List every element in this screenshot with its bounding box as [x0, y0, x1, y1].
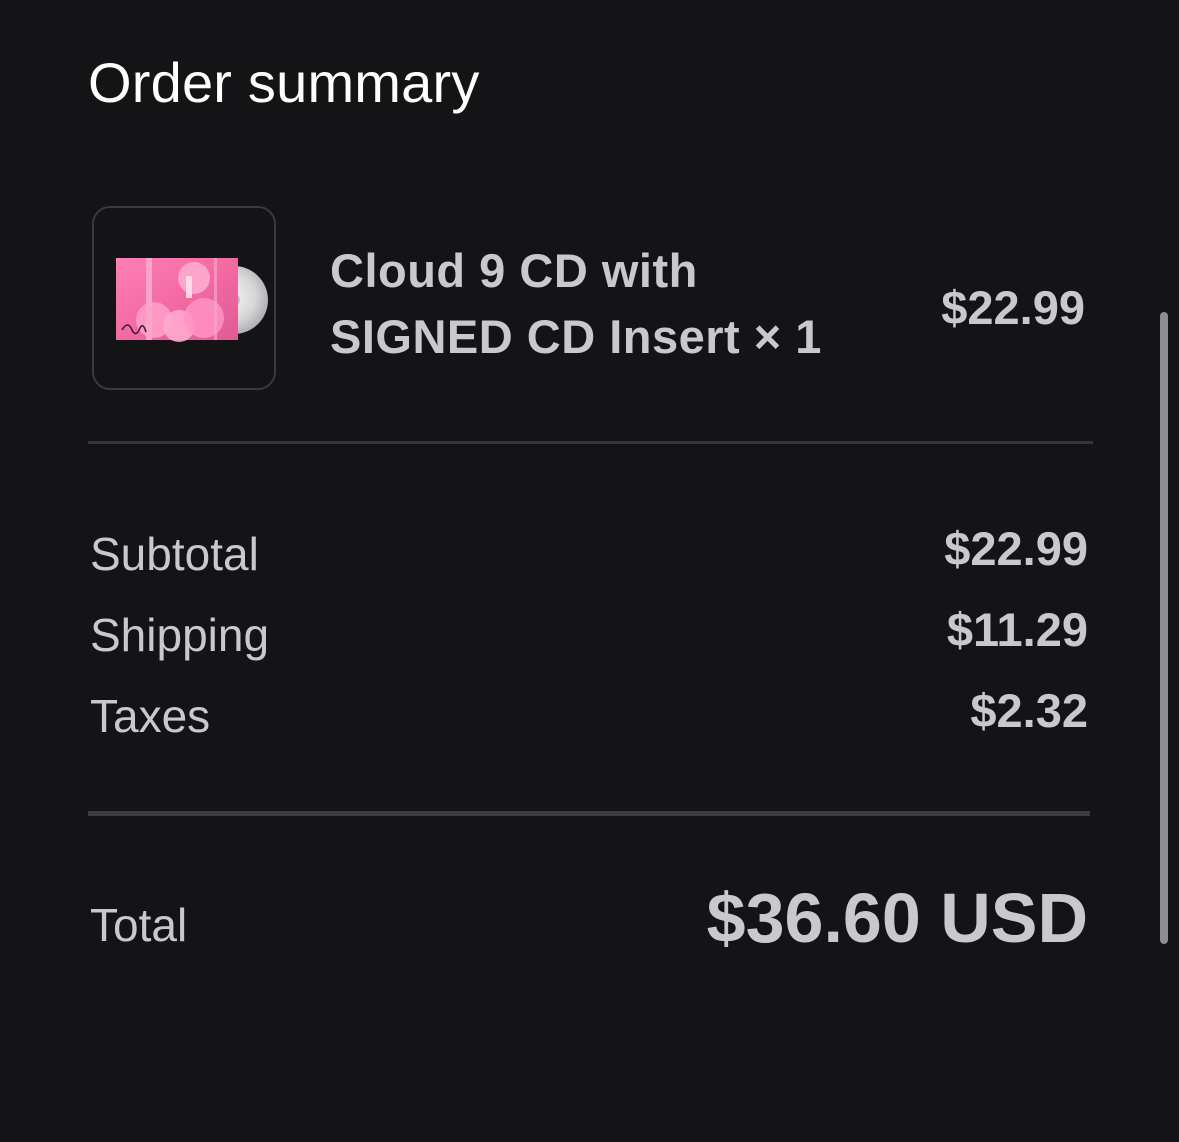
subtotal-row: Subtotal $22.99: [90, 522, 1088, 587]
divider: [88, 441, 1093, 444]
page-title: Order summary: [88, 51, 480, 114]
taxes-row: Taxes $2.32: [90, 684, 1088, 749]
total-value: $36.60 USD: [706, 879, 1088, 957]
scrollbar[interactable]: [1160, 312, 1168, 944]
taxes-value: $2.32: [970, 684, 1088, 737]
shipping-value: $11.29: [946, 603, 1088, 656]
subtotal-value: $22.99: [944, 522, 1088, 575]
subtotal-label: Subtotal: [90, 528, 259, 580]
product-name: Cloud 9 CD with SIGNED CD Insert × 1: [330, 244, 822, 363]
shipping-row: Shipping $11.29: [90, 603, 1088, 668]
shipping-label: Shipping: [90, 609, 270, 661]
product-price: $22.99: [941, 281, 1085, 334]
total-label: Total: [90, 899, 188, 951]
album-cd-thumbnail-icon: [116, 258, 268, 342]
product-thumbnail: [92, 206, 276, 390]
divider: [88, 811, 1090, 816]
taxes-label: Taxes: [90, 690, 211, 742]
